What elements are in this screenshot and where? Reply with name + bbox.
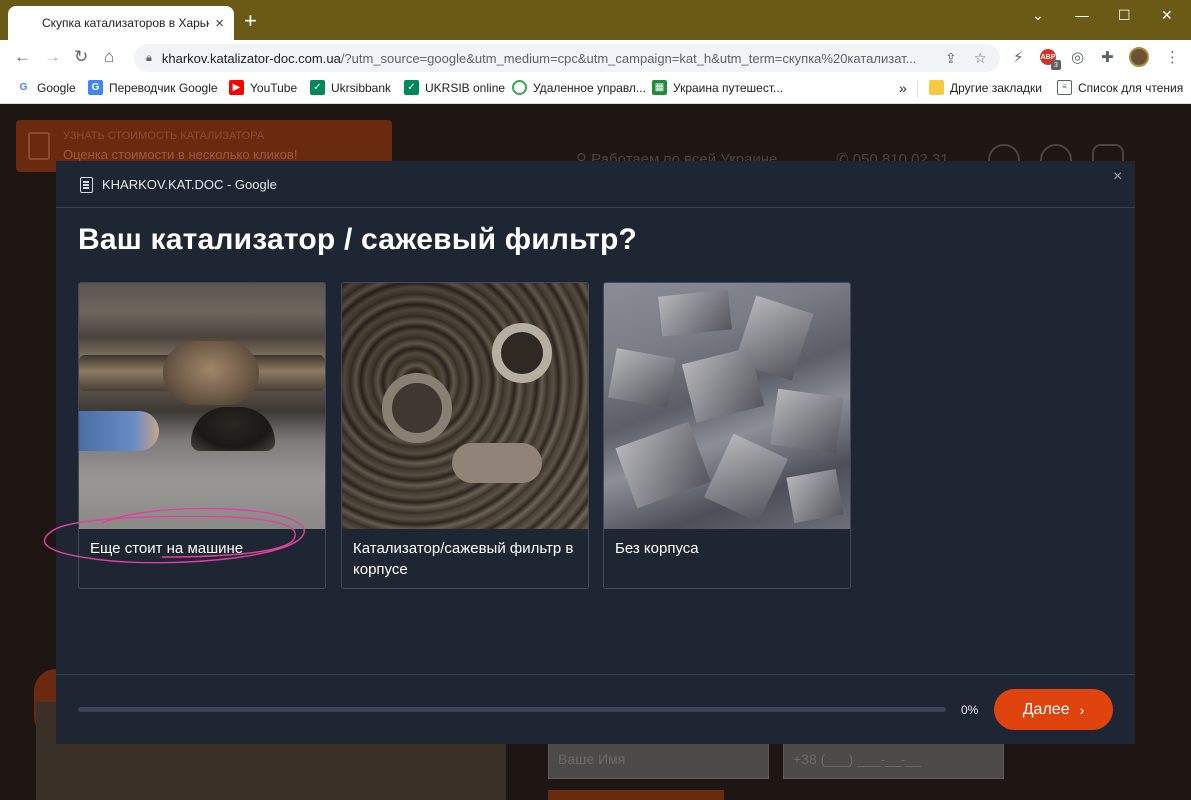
bookmark-ukrsib-online[interactable]: ✓ UKRSIB online xyxy=(404,80,505,95)
share-icon[interactable]: ⇪ xyxy=(945,50,957,67)
bookmark-remote[interactable]: Удаленное управл... xyxy=(512,80,646,95)
minimize-button[interactable]: — xyxy=(1075,6,1089,24)
address-bar[interactable]: 🔒︎ kharkov.katalizator-doc.com.ua /?utm_… xyxy=(134,44,1000,72)
bookmark-label: Переводчик Google xyxy=(109,80,218,95)
tab-search-icon[interactable]: ⌄ xyxy=(1032,6,1044,24)
option-card-in-housing[interactable]: Катализатор/сажевый фильтр в корпусе xyxy=(341,282,589,589)
bookmark-label: Ukrsibbank xyxy=(331,80,392,95)
remote-icon xyxy=(512,80,527,95)
extension-bolt-icon[interactable]: ⚡︎ xyxy=(1013,48,1024,66)
bank-icon: ✓ xyxy=(310,80,325,95)
next-button[interactable]: Далее › xyxy=(994,689,1113,730)
folder-icon xyxy=(929,80,944,95)
url-path: /?utm_source=google&utm_medium=cpc&utm_c… xyxy=(340,50,917,66)
home-icon[interactable]: ⌂ xyxy=(104,47,114,67)
quiz-question: Ваш катализатор / сажевый фильтр? xyxy=(78,223,638,256)
bookmark-label: Другие закладки xyxy=(950,80,1042,95)
extensions-puzzle-icon[interactable]: ✚ xyxy=(1101,48,1114,66)
clipboard-icon xyxy=(28,132,50,160)
option-label: Еще стоит на машине xyxy=(90,540,244,557)
forward-icon[interactable]: → xyxy=(44,47,61,67)
translate-icon: G xyxy=(88,80,103,95)
site-cta-title: УЗНАТЬ СТОИМОСТЬ КАТАЛИЗАТОРА xyxy=(63,130,265,142)
google-icon: G xyxy=(16,80,31,95)
site-phone-input[interactable]: +38 (___) ___-__-__ xyxy=(783,739,1004,779)
reload-icon[interactable]: ↻ xyxy=(74,47,88,67)
tab-title: Скупка катализаторов в Харько xyxy=(42,16,210,30)
site-submit-button[interactable] xyxy=(548,790,724,800)
modal-header: KHARKOV.KAT.DOC - Google × xyxy=(56,161,1135,208)
next-label: Далее xyxy=(1022,700,1070,718)
lock-icon[interactable]: 🔒︎ xyxy=(146,52,152,65)
globe-icon[interactable]: ◎ xyxy=(1071,48,1084,66)
site-cta-subtitle: Оценка стоимости в несколько кликов! xyxy=(63,147,298,162)
bookmark-label: Удаленное управл... xyxy=(533,80,646,95)
bookmark-translate[interactable]: G Переводчик Google xyxy=(88,80,218,95)
bookmark-ukrsibbank[interactable]: ✓ Ukrsibbank xyxy=(310,80,391,95)
bookmark-google[interactable]: G Google xyxy=(16,80,76,95)
maximize-button[interactable]: ☐ xyxy=(1118,6,1131,24)
url-domain: kharkov.katalizator-doc.com.ua xyxy=(161,50,341,66)
progress-percent: 0% xyxy=(961,703,979,717)
tab-close-icon[interactable]: × xyxy=(215,16,224,31)
car-underbody-photo xyxy=(79,283,325,529)
reading-list-icon: ≡ xyxy=(1057,80,1072,95)
option-label: Без корпуса xyxy=(615,540,699,557)
bookmark-label: UKRSIB online xyxy=(425,80,506,95)
bookmarks-divider xyxy=(917,81,918,98)
site-name-input[interactable]: Ваше Имя xyxy=(548,739,769,779)
back-icon[interactable]: ← xyxy=(14,47,31,67)
travel-icon: ▦ xyxy=(652,80,667,95)
menu-kebab-icon[interactable]: ⋮ xyxy=(1165,48,1180,66)
reading-list-button[interactable]: ≡ Список для чтения xyxy=(1057,80,1183,95)
bookmark-travel[interactable]: ▦ Украина путешест... xyxy=(652,80,783,95)
option-card-on-car[interactable]: Еще стоит на машине xyxy=(78,282,326,589)
profile-avatar[interactable] xyxy=(1129,47,1149,67)
bank-icon: ✓ xyxy=(404,80,419,95)
bookmarks-overflow-button[interactable]: » xyxy=(899,80,907,96)
bookmark-label: YouTube xyxy=(250,80,298,95)
browser-tab[interactable]: Скупка катализаторов в Харько × xyxy=(8,6,234,40)
option-card-without-housing[interactable]: Без корпуса xyxy=(603,282,851,589)
modal-header-title: KHARKOV.KAT.DOC - Google xyxy=(102,177,277,192)
close-window-button[interactable]: ✕ xyxy=(1161,6,1173,24)
other-bookmarks-folder[interactable]: Другие закладки xyxy=(929,80,1042,95)
modal-footer: 0% Далее › xyxy=(56,674,1135,744)
modal-close-icon[interactable]: × xyxy=(1113,169,1122,185)
progress-bar xyxy=(78,707,946,712)
new-tab-button[interactable]: + xyxy=(244,10,257,32)
adblock-count-badge: 3 xyxy=(1051,60,1061,70)
bookmark-star-icon[interactable]: ☆ xyxy=(974,50,987,67)
form-icon xyxy=(80,177,93,193)
option-label: Катализатор/сажевый фильтр в корпусе xyxy=(353,540,574,578)
scrap-catalysts-photo xyxy=(342,283,588,529)
quiz-modal: KHARKOV.KAT.DOC - Google × Ваш катализат… xyxy=(43,161,1135,744)
bookmark-label: Список для чтения xyxy=(1078,80,1184,95)
ceramic-blocks-photo xyxy=(604,283,850,529)
bookmark-label: Украина путешест... xyxy=(673,80,784,95)
bookmark-youtube[interactable]: ▶ YouTube xyxy=(229,80,297,95)
youtube-icon: ▶ xyxy=(229,80,244,95)
bookmark-label: Google xyxy=(37,80,76,95)
chevron-right-icon: › xyxy=(1079,701,1085,718)
